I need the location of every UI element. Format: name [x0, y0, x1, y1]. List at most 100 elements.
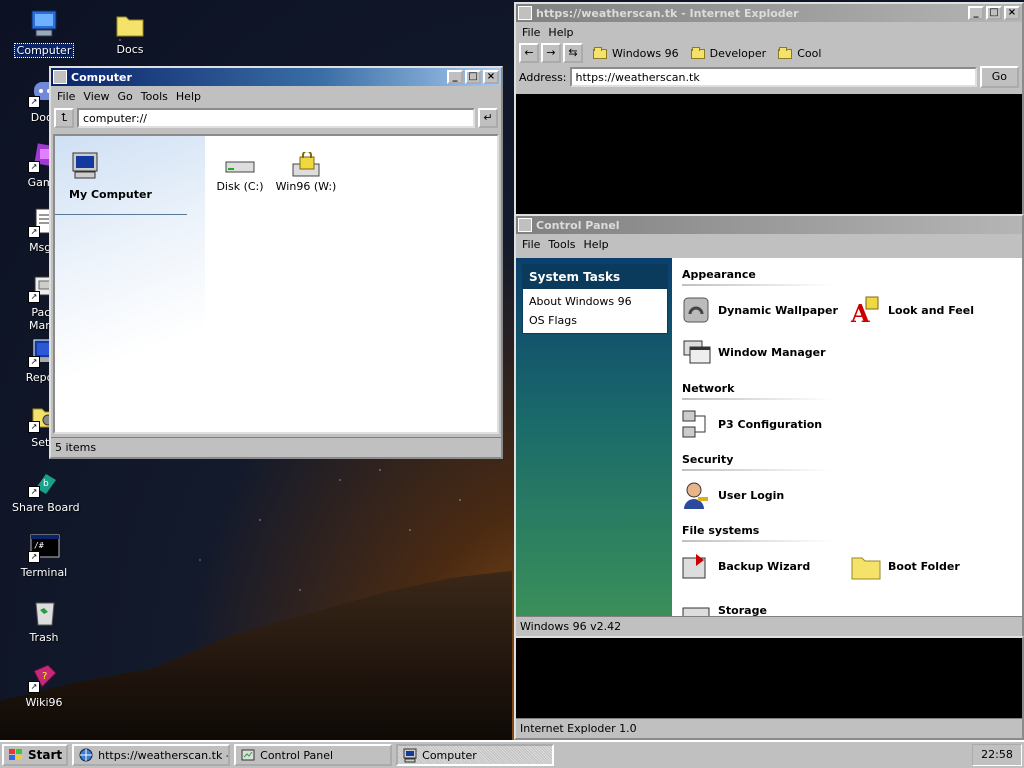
storage-icon — [680, 594, 712, 616]
cp-item-p3-configuration[interactable]: P3 Configuration — [680, 408, 822, 440]
up-arrow-icon: ⮤ — [60, 111, 68, 124]
cp-item-user-login[interactable]: User Login — [680, 479, 784, 511]
computer-titlebar[interactable]: Computer _ □ × — [51, 68, 501, 86]
backup-icon — [680, 550, 712, 582]
trash-icon — [28, 596, 60, 628]
menu-file[interactable]: File — [520, 238, 546, 251]
ie-page-content[interactable] — [516, 94, 1022, 214]
status-bar: 5 items — [51, 437, 501, 457]
file-view-sidebar: My Computer — [55, 136, 205, 432]
file-item-disk-c[interactable]: Disk (C:) — [205, 156, 275, 193]
minimize-button[interactable]: _ — [447, 70, 463, 84]
folder-icon — [114, 8, 146, 40]
file-item-win96-w[interactable]: Win96 (W:) — [271, 150, 341, 193]
task-about-windows-96[interactable]: About Windows 96 — [523, 292, 667, 311]
cp-item-window-manager[interactable]: Window Manager — [680, 336, 826, 368]
maximize-button[interactable]: □ — [986, 6, 1002, 20]
enter-arrow-icon: ↵ — [483, 111, 493, 124]
control-panel-titlebar[interactable]: Control Panel — [516, 216, 1022, 234]
up-folder-button[interactable]: ⮤ — [54, 108, 74, 128]
desktop-icon-label: Computer — [13, 43, 75, 58]
close-button[interactable]: × — [483, 70, 499, 84]
menu-file[interactable]: File — [55, 90, 81, 103]
computer-window[interactable]: Computer _ □ × File View Go Tools Help ⮤… — [49, 66, 503, 459]
menu-go[interactable]: Go — [116, 90, 139, 103]
desktop-icon-terminal[interactable]: /# Terminal — [10, 531, 78, 579]
menu-help[interactable]: Help — [582, 238, 615, 251]
maximize-button[interactable]: □ — [465, 70, 481, 84]
cp-item-backup-wizard[interactable]: Backup Wizard — [680, 550, 810, 582]
section-title: Network — [682, 382, 735, 395]
system-tasks-sidebar: System Tasks About Windows 96 OS Flags — [516, 258, 672, 616]
start-button[interactable]: Start — [2, 744, 69, 766]
refresh-icon: ⇆ — [568, 46, 578, 59]
system-tasks-panel: System Tasks About Windows 96 OS Flags — [522, 264, 668, 334]
address-input[interactable]: https://weatherscan.tk — [569, 67, 977, 87]
desktop-icon-share-board[interactable]: b Share Board — [10, 466, 80, 514]
menu-tools[interactable]: Tools — [139, 90, 174, 103]
computer-icon — [69, 150, 101, 185]
task-button-computer[interactable]: Computer — [396, 744, 555, 766]
desktop-icon-trash[interactable]: Trash — [10, 596, 78, 644]
forward-button[interactable]: → — [541, 43, 561, 63]
status-bar: Windows 96 v2.42 — [516, 616, 1022, 636]
user-key-icon — [680, 479, 712, 511]
task-button-ie[interactable]: https://weatherscan.tk - ... — [72, 744, 231, 766]
menu-help[interactable]: Help — [174, 90, 207, 103]
ie-page-content-lower[interactable] — [516, 638, 1022, 718]
status-bar: Internet Exploder 1.0 — [516, 718, 1022, 738]
file-item-label: Win96 (W:) — [275, 180, 337, 193]
go-button[interactable]: Go — [979, 66, 1019, 88]
network-icon — [680, 408, 712, 440]
cp-item-dynamic-wallpaper[interactable]: Dynamic Wallpaper — [680, 294, 838, 326]
ie-lower-pane[interactable]: Internet Exploder 1.0 — [514, 636, 1024, 740]
minimize-button[interactable]: _ — [968, 6, 984, 20]
internet-exploder-window[interactable]: https://weatherscan.tk - Internet Explod… — [514, 2, 1024, 216]
cp-item-look-and-feel[interactable]: A Look and Feel — [850, 294, 974, 328]
window-title: Control Panel — [536, 218, 620, 232]
desktop-icon-docs[interactable]: Docs — [96, 8, 164, 56]
section-title: Appearance — [682, 268, 756, 281]
favorite-windows-96[interactable]: Windows 96 — [593, 47, 679, 60]
menu-file[interactable]: File — [520, 26, 546, 39]
terminal-icon: /# — [28, 531, 60, 563]
back-arrow-icon: ← — [524, 46, 534, 59]
favorite-developer[interactable]: Developer — [690, 46, 767, 60]
file-view[interactable]: My Computer Disk (C:) Win96 (W:) — [53, 134, 499, 434]
favorite-cool[interactable]: Cool — [778, 47, 821, 60]
refresh-button[interactable]: ⇆ — [563, 43, 583, 63]
ie-titlebar[interactable]: https://weatherscan.tk - Internet Explod… — [516, 4, 1022, 22]
windows-logo-icon — [8, 747, 24, 763]
computer-icon — [402, 747, 418, 763]
folder-icon — [593, 47, 607, 59]
svg-text:?: ? — [42, 671, 47, 682]
section-title: File systems — [682, 524, 760, 537]
system-tasks-title: System Tasks — [523, 265, 667, 289]
window-manager-icon — [680, 336, 712, 368]
taskbar: Start https://weatherscan.tk - ... Contr… — [0, 740, 1024, 768]
cp-item-boot-folder[interactable]: Boot Folder — [850, 550, 960, 582]
cp-item-label: Look and Feel — [888, 303, 974, 317]
computer-icon — [28, 8, 60, 40]
path-input[interactable]: computer:// — [77, 108, 475, 128]
sidebar-title: My Computer — [69, 188, 152, 201]
desktop-icon-wiki96[interactable]: ? Wiki96 — [10, 661, 78, 709]
task-button-control-panel[interactable]: Control Panel — [234, 744, 393, 766]
file-item-label: Disk (C:) — [216, 180, 264, 193]
go-button[interactable]: ↵ — [478, 108, 498, 128]
back-button[interactable]: ← — [519, 43, 539, 63]
menu-tools[interactable]: Tools — [546, 238, 581, 251]
desktop-icon-computer[interactable]: Computer — [10, 8, 78, 58]
svg-text:/#: /# — [34, 541, 44, 550]
task-os-flags[interactable]: OS Flags — [523, 311, 667, 330]
address-label: Address: — [519, 70, 567, 84]
desktop-icon-label: Share Board — [12, 501, 80, 514]
favorite-label: Developer — [709, 46, 767, 60]
start-label: Start — [28, 748, 63, 762]
cp-item-storage[interactable]: Storage — [680, 594, 767, 616]
system-clock[interactable]: 22:58 — [972, 744, 1022, 766]
close-button[interactable]: × — [1004, 6, 1020, 20]
control-panel-window[interactable]: Control Panel File Tools Help System Tas… — [514, 214, 1024, 638]
menu-help[interactable]: Help — [546, 26, 579, 39]
menu-view[interactable]: View — [81, 90, 115, 103]
